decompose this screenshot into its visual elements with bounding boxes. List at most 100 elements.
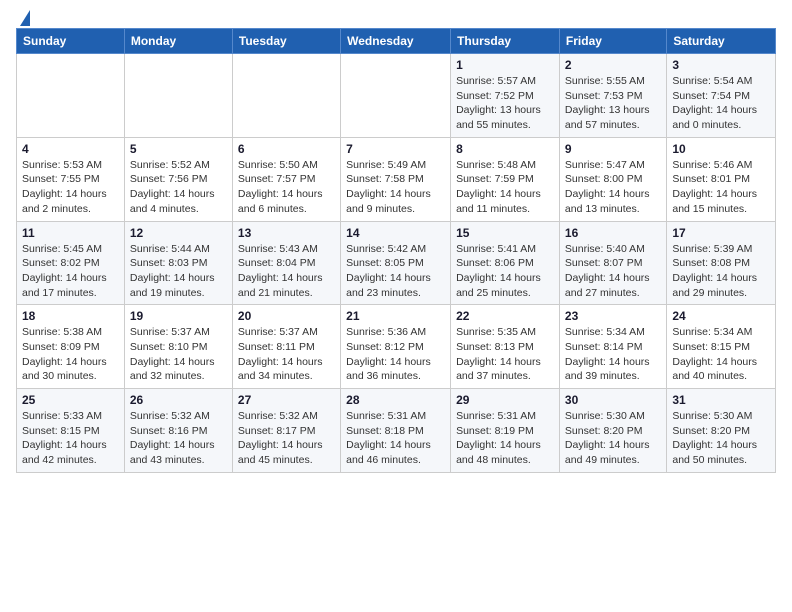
day-info: Sunrise: 5:30 AMSunset: 8:20 PMDaylight:…	[672, 409, 770, 468]
calendar-cell: 29 Sunrise: 5:31 AMSunset: 8:19 PMDayligh…	[451, 389, 560, 473]
day-number: 1	[456, 58, 554, 72]
calendar-cell: 19 Sunrise: 5:37 AMSunset: 8:10 PMDayligh…	[124, 305, 232, 389]
day-info: Sunrise: 5:30 AMSunset: 8:20 PMDaylight:…	[565, 409, 661, 468]
day-number: 16	[565, 226, 661, 240]
day-number: 7	[346, 142, 445, 156]
day-info: Sunrise: 5:34 AMSunset: 8:15 PMDaylight:…	[672, 325, 770, 384]
calendar-cell: 9Sunrise: 5:47 AMSunset: 8:00 PMDaylight…	[559, 137, 666, 221]
calendar-cell	[17, 54, 125, 138]
day-number: 15	[456, 226, 554, 240]
calendar-cell	[124, 54, 232, 138]
calendar-cell: 12 Sunrise: 5:44 AMSunset: 8:03 PMDayligh…	[124, 221, 232, 305]
weekday-header-row: SundayMondayTuesdayWednesdayThursdayFrid…	[17, 29, 776, 54]
day-number: 20	[238, 309, 335, 323]
day-number: 6	[238, 142, 335, 156]
day-number: 21	[346, 309, 445, 323]
day-info: Sunrise: 5:45 AMSunset: 8:02 PMDaylight:…	[22, 242, 119, 301]
day-number: 8	[456, 142, 554, 156]
weekday-header-wednesday: Wednesday	[341, 29, 451, 54]
day-info: Sunrise: 5:33 AMSunset: 8:15 PMDaylight:…	[22, 409, 119, 468]
calendar-cell: 31 Sunrise: 5:30 AMSunset: 8:20 PMDayligh…	[667, 389, 776, 473]
calendar-cell: 13Sunrise: 5:43 AMSunset: 8:04 PMDayligh…	[232, 221, 340, 305]
day-number: 27	[238, 393, 335, 407]
weekday-header-tuesday: Tuesday	[232, 29, 340, 54]
weekday-header-monday: Monday	[124, 29, 232, 54]
calendar-cell: 30 Sunrise: 5:30 AMSunset: 8:20 PMDayligh…	[559, 389, 666, 473]
day-number: 23	[565, 309, 661, 323]
weekday-header-friday: Friday	[559, 29, 666, 54]
calendar-cell: 28 Sunrise: 5:31 AMSunset: 8:18 PMDayligh…	[341, 389, 451, 473]
week-row-5: 25Sunrise: 5:33 AMSunset: 8:15 PMDayligh…	[17, 389, 776, 473]
calendar-cell	[232, 54, 340, 138]
calendar-cell: 8 Sunrise: 5:48 AMSunset: 7:59 PMDaylight…	[451, 137, 560, 221]
calendar-cell: 23Sunrise: 5:34 AMSunset: 8:14 PMDayligh…	[559, 305, 666, 389]
day-number: 2	[565, 58, 661, 72]
logo-triangle-icon	[20, 10, 30, 26]
calendar-cell: 24 Sunrise: 5:34 AMSunset: 8:15 PMDayligh…	[667, 305, 776, 389]
week-row-4: 18 Sunrise: 5:38 AMSunset: 8:09 PMDayligh…	[17, 305, 776, 389]
day-number: 30	[565, 393, 661, 407]
day-info: Sunrise: 5:54 AMSunset: 7:54 PMDaylight:…	[672, 74, 770, 133]
day-info: Sunrise: 5:46 AMSunset: 8:01 PMDaylight:…	[672, 158, 770, 217]
day-info: Sunrise: 5:37 AMSunset: 8:10 PMDaylight:…	[130, 325, 227, 384]
calendar-cell: 15 Sunrise: 5:41 AMSunset: 8:06 PMDayligh…	[451, 221, 560, 305]
calendar-cell: 3 Sunrise: 5:54 AMSunset: 7:54 PMDaylight…	[667, 54, 776, 138]
calendar-cell: 7 Sunrise: 5:49 AMSunset: 7:58 PMDaylight…	[341, 137, 451, 221]
calendar-cell: 10 Sunrise: 5:46 AMSunset: 8:01 PMDayligh…	[667, 137, 776, 221]
calendar-cell: 18 Sunrise: 5:38 AMSunset: 8:09 PMDayligh…	[17, 305, 125, 389]
day-number: 17	[672, 226, 770, 240]
day-number: 29	[456, 393, 554, 407]
day-number: 4	[22, 142, 119, 156]
day-info: Sunrise: 5:31 AMSunset: 8:19 PMDaylight:…	[456, 409, 554, 468]
day-info: Sunrise: 5:32 AMSunset: 8:16 PMDaylight:…	[130, 409, 227, 468]
day-info: Sunrise: 5:48 AMSunset: 7:59 PMDaylight:…	[456, 158, 554, 217]
week-row-3: 11Sunrise: 5:45 AMSunset: 8:02 PMDayligh…	[17, 221, 776, 305]
calendar-cell: 5 Sunrise: 5:52 AMSunset: 7:56 PMDaylight…	[124, 137, 232, 221]
calendar-cell: 16 Sunrise: 5:40 AMSunset: 8:07 PMDayligh…	[559, 221, 666, 305]
day-info: Sunrise: 5:55 AMSunset: 7:53 PMDaylight:…	[565, 74, 661, 133]
day-info: Sunrise: 5:57 AMSunset: 7:52 PMDaylight:…	[456, 74, 554, 133]
calendar-cell: 11Sunrise: 5:45 AMSunset: 8:02 PMDayligh…	[17, 221, 125, 305]
calendar-cell	[341, 54, 451, 138]
day-number: 5	[130, 142, 227, 156]
day-info: Sunrise: 5:53 AMSunset: 7:55 PMDaylight:…	[22, 158, 119, 217]
day-info: Sunrise: 5:42 AMSunset: 8:05 PMDaylight:…	[346, 242, 445, 301]
day-info: Sunrise: 5:37 AMSunset: 8:11 PMDaylight:…	[238, 325, 335, 384]
day-info: Sunrise: 5:35 AMSunset: 8:13 PMDaylight:…	[456, 325, 554, 384]
calendar-cell: 26Sunrise: 5:32 AMSunset: 8:16 PMDayligh…	[124, 389, 232, 473]
day-number: 28	[346, 393, 445, 407]
day-info: Sunrise: 5:47 AMSunset: 8:00 PMDaylight:…	[565, 158, 661, 217]
day-number: 18	[22, 309, 119, 323]
day-number: 19	[130, 309, 227, 323]
weekday-header-saturday: Saturday	[667, 29, 776, 54]
day-info: Sunrise: 5:40 AMSunset: 8:07 PMDaylight:…	[565, 242, 661, 301]
day-number: 10	[672, 142, 770, 156]
day-info: Sunrise: 5:31 AMSunset: 8:18 PMDaylight:…	[346, 409, 445, 468]
day-info: Sunrise: 5:52 AMSunset: 7:56 PMDaylight:…	[130, 158, 227, 217]
day-number: 14	[346, 226, 445, 240]
calendar-cell: 21Sunrise: 5:36 AMSunset: 8:12 PMDayligh…	[341, 305, 451, 389]
day-number: 22	[456, 309, 554, 323]
calendar-cell: 14 Sunrise: 5:42 AMSunset: 8:05 PMDayligh…	[341, 221, 451, 305]
calendar-cell: 6 Sunrise: 5:50 AMSunset: 7:57 PMDaylight…	[232, 137, 340, 221]
day-info: Sunrise: 5:49 AMSunset: 7:58 PMDaylight:…	[346, 158, 445, 217]
logo-text	[16, 10, 30, 26]
calendar-table: SundayMondayTuesdayWednesdayThursdayFrid…	[16, 28, 776, 473]
day-info: Sunrise: 5:32 AMSunset: 8:17 PMDaylight:…	[238, 409, 335, 468]
day-info: Sunrise: 5:41 AMSunset: 8:06 PMDaylight:…	[456, 242, 554, 301]
calendar-cell: 2 Sunrise: 5:55 AMSunset: 7:53 PMDaylight…	[559, 54, 666, 138]
day-info: Sunrise: 5:50 AMSunset: 7:57 PMDaylight:…	[238, 158, 335, 217]
calendar-cell: 17 Sunrise: 5:39 AMSunset: 8:08 PMDayligh…	[667, 221, 776, 305]
calendar-cell: 4 Sunrise: 5:53 AMSunset: 7:55 PMDaylight…	[17, 137, 125, 221]
day-number: 12	[130, 226, 227, 240]
day-info: Sunrise: 5:38 AMSunset: 8:09 PMDaylight:…	[22, 325, 119, 384]
calendar-cell: 20 Sunrise: 5:37 AMSunset: 8:11 PMDayligh…	[232, 305, 340, 389]
calendar-cell: 25Sunrise: 5:33 AMSunset: 8:15 PMDayligh…	[17, 389, 125, 473]
day-number: 3	[672, 58, 770, 72]
day-info: Sunrise: 5:39 AMSunset: 8:08 PMDaylight:…	[672, 242, 770, 301]
week-row-2: 4 Sunrise: 5:53 AMSunset: 7:55 PMDaylight…	[17, 137, 776, 221]
day-info: Sunrise: 5:44 AMSunset: 8:03 PMDaylight:…	[130, 242, 227, 301]
day-number: 24	[672, 309, 770, 323]
calendar-cell: 27 Sunrise: 5:32 AMSunset: 8:17 PMDayligh…	[232, 389, 340, 473]
day-number: 31	[672, 393, 770, 407]
